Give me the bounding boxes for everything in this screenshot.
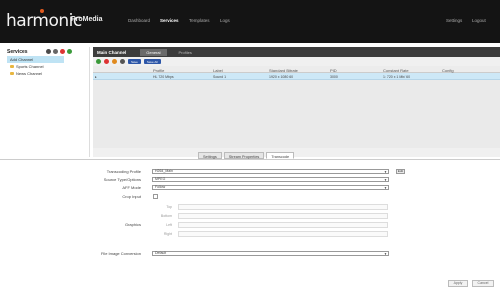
transcoding-profile-select[interactable]: H264_Main ▼: [152, 169, 389, 174]
grid-toolbar: Save Save All: [93, 57, 500, 66]
save-button[interactable]: Save: [128, 59, 141, 64]
grid-header: Profile Label Standard Bitrate PID Const…: [93, 66, 500, 73]
nav-services[interactable]: Services: [160, 18, 179, 23]
chevron-down-icon: ▼: [384, 169, 387, 174]
graphics-label: Graphics: [124, 222, 141, 227]
logo-accent-dot: [40, 9, 44, 13]
delete-icon[interactable]: [60, 49, 65, 54]
crop-left-label: Left: [166, 223, 172, 227]
tab-profiles[interactable]: Profiles: [173, 49, 198, 56]
crop-top-label: Top: [166, 205, 172, 209]
crop-bottom-input[interactable]: [178, 213, 388, 219]
sidebar-item-label: Sports Channel: [16, 64, 44, 69]
services-sidebar: Services Add Channel Sports Channel News…: [4, 47, 90, 157]
source-type-select[interactable]: MPEG ▼: [152, 177, 389, 182]
column-header[interactable]: Standard Bitrate: [269, 68, 298, 73]
sidebar-title: Services: [7, 48, 28, 55]
sidebar-item-label: News Channel: [16, 71, 43, 76]
aff-mode-select[interactable]: Follow ▼: [152, 185, 389, 190]
column-header[interactable]: Constant Rate: [383, 68, 409, 73]
product-name: ProMedia: [71, 16, 103, 23]
channel-tab-bar: Main Channel General Profiles: [93, 47, 500, 57]
crop-input-label: Crop Input: [122, 194, 141, 199]
column-header[interactable]: PID: [330, 68, 337, 73]
select-value: MPEG: [155, 177, 166, 181]
sidebar-item-add-channel[interactable]: Add Channel: [7, 56, 64, 63]
folder-icon: [10, 65, 14, 68]
image-conversion-select[interactable]: Default ▼: [152, 251, 389, 256]
section-divider: [0, 159, 500, 160]
column-header[interactable]: Profile: [153, 68, 164, 73]
edit-profile-button[interactable]: Edit: [396, 169, 405, 174]
crop-bottom-label: Bottom: [160, 214, 172, 218]
top-bar: harmonic ProMedia Dashboard Services Tem…: [0, 0, 500, 43]
logout-link[interactable]: Logout: [472, 18, 486, 23]
table-cell: 1920 x 1080 60: [269, 74, 294, 79]
chevron-down-icon: ▼: [384, 251, 387, 256]
sidebar-item-sports-channel[interactable]: Sports Channel: [4, 63, 89, 70]
source-type-label: Source Type/Options: [103, 177, 141, 182]
grid-empty-area: [93, 80, 500, 148]
table-row[interactable]: ▸ HL 720 Mbps Sound 1 1920 x 1080 60 300…: [93, 73, 500, 80]
aff-mode-label: AFF Mode: [122, 185, 141, 190]
select-value: Follow: [155, 185, 166, 189]
sidebar-item-news-channel[interactable]: News Channel: [4, 70, 89, 77]
chevron-down-icon: ▼: [384, 177, 387, 182]
select-value: Default: [155, 251, 167, 255]
add-icon[interactable]: [67, 49, 72, 54]
image-conversion-label: File Image Conversion: [100, 251, 141, 256]
tab-general[interactable]: General: [140, 48, 167, 56]
nav-templates[interactable]: Templates: [189, 18, 210, 23]
folder-icon: [10, 72, 14, 75]
save-all-button[interactable]: Save All: [143, 59, 161, 64]
crop-top-input[interactable]: [178, 204, 388, 210]
crop-right-input[interactable]: [178, 231, 388, 237]
crop-left-input[interactable]: [178, 222, 388, 228]
crop-right-label: Right: [163, 232, 172, 236]
chevron-down-icon: ▼: [384, 185, 387, 190]
table-cell: Sound 1: [213, 74, 227, 79]
settings-link[interactable]: Settings: [446, 18, 462, 23]
nav-logs[interactable]: Logs: [220, 18, 230, 23]
crop-input-checkbox[interactable]: [153, 194, 158, 199]
select-value: H264_Main: [155, 169, 173, 173]
nav-dashboard[interactable]: Dashboard: [128, 18, 150, 23]
settings-icon[interactable]: [46, 49, 51, 54]
refresh-icon[interactable]: [120, 59, 125, 64]
transcoding-profile-label: Transcoding Profile: [106, 169, 141, 174]
copy-icon[interactable]: [53, 49, 58, 54]
table-cell: 3000: [330, 74, 338, 79]
table-cell: 1: 720 x 1 Mb/ 60: [383, 74, 411, 79]
apply-button[interactable]: Apply: [448, 280, 468, 287]
cancel-button[interactable]: Cancel: [472, 280, 494, 287]
channel-title: Main Channel: [97, 49, 127, 55]
column-header[interactable]: Config: [442, 68, 454, 73]
property-tabs: Settings Stream Properties Transcode: [198, 152, 295, 159]
tab-stream-properties[interactable]: Stream Properties: [223, 152, 265, 159]
column-header[interactable]: Label: [213, 68, 223, 73]
tab-transcode[interactable]: Transcode: [266, 152, 295, 159]
channel-panel: Main Channel General Profiles Save Save …: [93, 47, 500, 157]
table-cell: HL 720 Mbps: [153, 74, 174, 79]
add-icon[interactable]: [96, 59, 101, 64]
edit-icon[interactable]: [112, 59, 117, 64]
row-expander-icon[interactable]: ▸: [95, 75, 97, 79]
sidebar-item-label: Add Channel: [10, 57, 34, 62]
delete-icon[interactable]: [104, 59, 109, 64]
tab-settings[interactable]: Settings: [198, 152, 222, 159]
